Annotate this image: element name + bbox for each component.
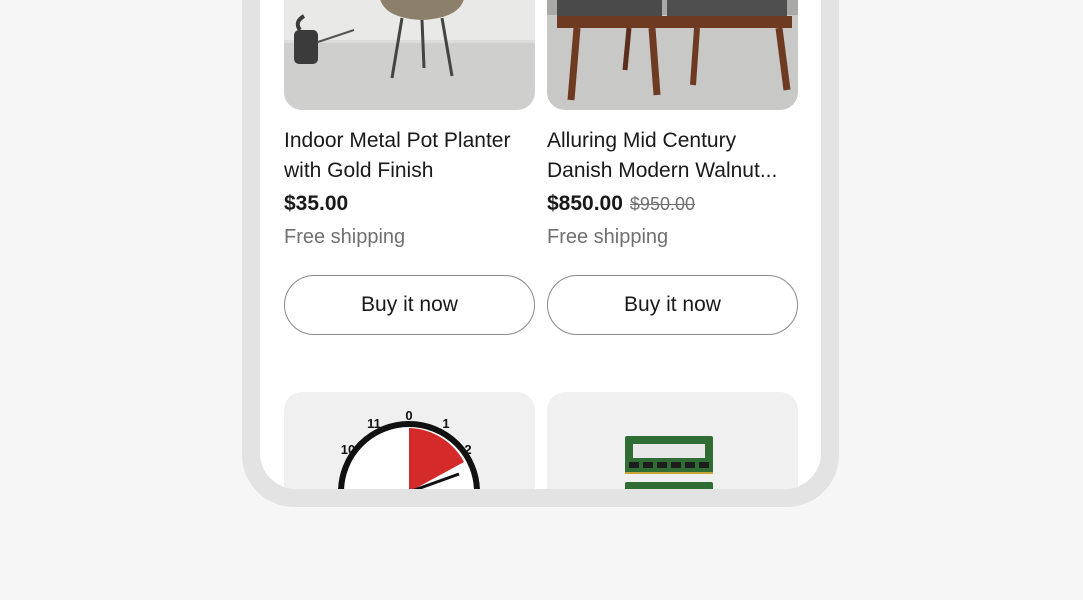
timer-clock-image[interactable]: 0 1 2 10 11	[284, 392, 535, 489]
clock-label: 11	[367, 416, 381, 431]
clock-label: 1	[442, 416, 449, 431]
buy-it-now-button[interactable]: Buy it now	[547, 275, 798, 335]
product-title-line: Danish Modern Walnut...	[547, 159, 778, 182]
price-row: $35.00	[284, 192, 535, 222]
ram-module-image[interactable]	[547, 392, 798, 489]
product-price: $850.00	[547, 192, 623, 215]
product-title-line: Indoor Metal Pot Planter	[284, 129, 511, 152]
product-price: $35.00	[284, 192, 349, 215]
product-title[interactable]: Indoor Metal Pot Planter with Gold Finis…	[284, 126, 535, 186]
original-price: $950.00	[629, 194, 695, 214]
product-title-line: Alluring Mid Century	[547, 129, 737, 152]
chairs-image[interactable]	[547, 0, 798, 110]
buy-it-now-button[interactable]: Buy it now	[284, 275, 535, 335]
shipping-label: Free shipping	[284, 226, 406, 248]
product-card[interactable]: Indoor Metal Pot Planter with Gold Finis…	[284, 0, 535, 335]
product-title-line: with Gold Finish	[284, 159, 434, 182]
product-title[interactable]: Alluring Mid Century Danish Modern Walnu…	[547, 126, 798, 186]
price-row: $850.00 $950.00	[547, 192, 798, 222]
product-card[interactable]: Alluring Mid Century Danish Modern Walnu…	[547, 0, 798, 335]
clock-label: 10	[341, 442, 355, 457]
phone-frame: Indoor Metal Pot Planter with Gold Finis…	[242, 0, 839, 507]
clock-label: 2	[464, 442, 471, 457]
clock-label: 0	[405, 408, 412, 423]
product-feed[interactable]: Indoor Metal Pot Planter with Gold Finis…	[260, 0, 821, 489]
shipping-label: Free shipping	[547, 226, 669, 248]
planter-image[interactable]	[284, 0, 535, 110]
